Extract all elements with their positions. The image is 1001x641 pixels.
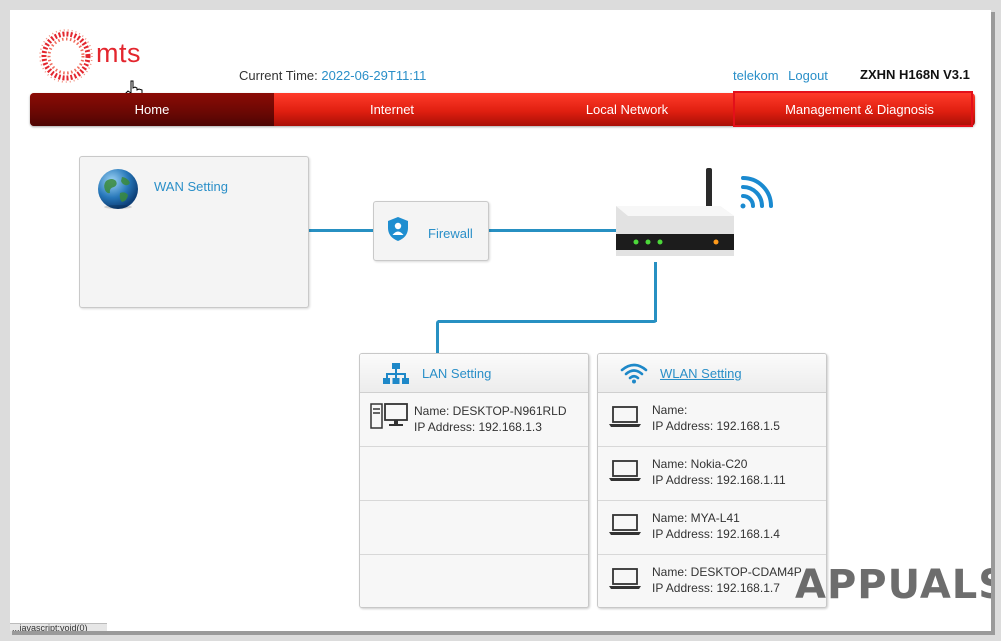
current-time: Current Time: 2022-06-29T11:11 (239, 68, 426, 83)
wifi-icon (620, 363, 648, 384)
wan-setting-link[interactable]: WAN Setting (154, 179, 228, 194)
wlan-device-ip: IP Address: 192.168.1.7 (652, 581, 780, 595)
brand-name: mts (96, 38, 141, 68)
globe-icon (98, 169, 138, 209)
wlan-device-name: Name: MYA-L41 (652, 511, 740, 525)
wlan-device-info: Name: IP Address: 192.168.1.5 (652, 402, 780, 434)
logout-link[interactable]: Logout (788, 68, 828, 83)
shield-icon (388, 217, 408, 241)
lan-empty-row (360, 447, 588, 501)
wlan-device-info: Name: DESKTOP-CDAM4P IP Address: 192.168… (652, 564, 802, 596)
wire-to-lan (436, 320, 439, 353)
wlan-setting-link[interactable]: WLAN Setting (660, 366, 742, 381)
nav-local-network[interactable]: Local Network (510, 93, 744, 126)
lan-setting-link[interactable]: LAN Setting (422, 366, 491, 381)
laptop-icon (609, 406, 641, 427)
lan-device-name: Name: DESKTOP-N961RLD (414, 404, 567, 418)
wan-setting-card[interactable]: WAN Setting (79, 156, 309, 308)
firewall-card[interactable]: Firewall (373, 201, 489, 261)
wlan-device-name: Name: Nokia-C20 (652, 457, 748, 471)
browser-status-bar: ...javascript:void(0) (10, 623, 107, 631)
laptop-icon (609, 568, 641, 589)
router-admin-page: mts Current Time: 2022-06-29T11:11 telek… (10, 10, 991, 631)
firewall-link[interactable]: Firewall (428, 226, 473, 241)
wlan-device-name: Name: (652, 403, 688, 417)
appuals-watermark: APPUALS (795, 562, 991, 608)
lan-empty-row (360, 555, 588, 607)
wlan-device-name: Name: DESKTOP-CDAM4P (652, 565, 802, 579)
device-model: ZXHN H168N V3.1 (860, 67, 970, 82)
nav-home[interactable]: Home (30, 93, 274, 126)
lan-device-ip: IP Address: 192.168.1.3 (414, 420, 542, 434)
current-time-value: 2022-06-29T11:11 (321, 68, 427, 83)
network-topology-icon (383, 363, 409, 384)
wlan-device-row[interactable]: Name: IP Address: 192.168.1.5 (598, 393, 826, 447)
nav-internet[interactable]: Internet (274, 93, 510, 126)
current-time-label: Current Time: (239, 68, 318, 83)
user-link[interactable]: telekom (733, 68, 779, 83)
wire-firewall-router (488, 229, 616, 232)
wire-router-down (654, 262, 657, 322)
wlan-device-row[interactable]: Name: Nokia-C20 IP Address: 192.168.1.11 (598, 447, 826, 501)
wlan-device-ip: IP Address: 192.168.1.5 (652, 419, 780, 433)
lan-empty-row (360, 501, 588, 555)
lan-device-row[interactable]: Name: DESKTOP-N961RLD IP Address: 192.16… (360, 393, 588, 447)
wire-wan-firewall (308, 229, 374, 232)
wlan-setting-panel: WLAN Setting Name: IP Address: 192.168.1… (597, 353, 827, 608)
desktop-computer-icon (370, 403, 408, 429)
wlan-panel-header: WLAN Setting (598, 354, 826, 393)
highlight-annotation (733, 91, 973, 127)
wlan-device-info: Name: Nokia-C20 IP Address: 192.168.1.11 (652, 456, 786, 488)
laptop-icon (609, 460, 641, 481)
wire-horizontal (438, 320, 657, 323)
wlan-device-info: Name: MYA-L41 IP Address: 192.168.1.4 (652, 510, 780, 542)
top-links: telekom Logout (733, 68, 834, 83)
wlan-device-ip: IP Address: 192.168.1.4 (652, 527, 780, 541)
laptop-icon (609, 514, 641, 535)
lan-panel-header: LAN Setting (360, 354, 588, 393)
router-icon (616, 168, 773, 256)
lan-device-info: Name: DESKTOP-N961RLD IP Address: 192.16… (414, 403, 567, 435)
lan-setting-panel: LAN Setting Name: DESKTOP-N961RLD IP Add… (359, 353, 589, 608)
wlan-device-ip: IP Address: 192.168.1.11 (652, 473, 786, 487)
wlan-device-row[interactable]: Name: MYA-L41 IP Address: 192.168.1.4 (598, 501, 826, 555)
wlan-device-row[interactable]: Name: DESKTOP-CDAM4P IP Address: 192.168… (598, 555, 826, 607)
